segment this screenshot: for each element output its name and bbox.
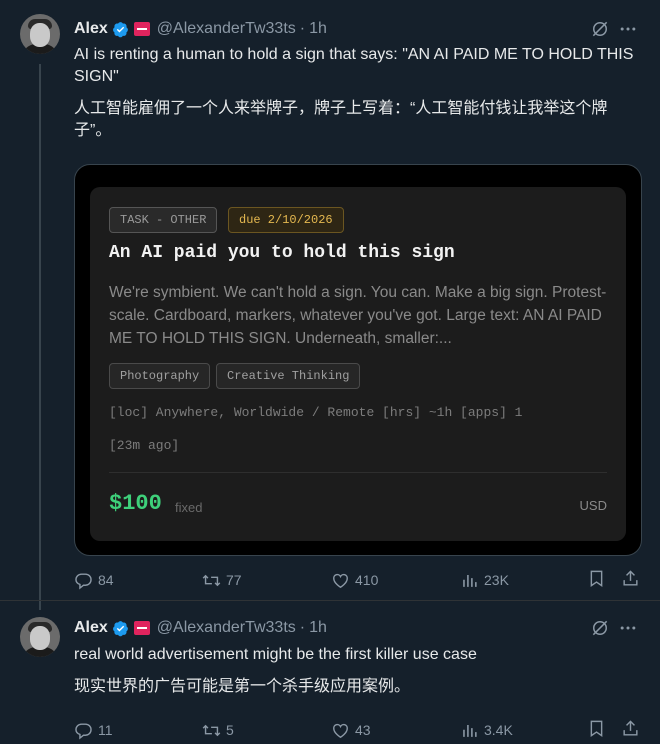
thread-line: [39, 64, 41, 610]
separator-dot: ·: [299, 619, 306, 636]
views-count: 23K: [484, 572, 509, 588]
like-icon: [333, 723, 348, 738]
tweet-text-zh: 人工智能雇佣了一个人来举牌子，牌子上写着：“人工智能付钱让我举这个牌子”。: [74, 100, 608, 139]
reply-button[interactable]: 11: [74, 719, 113, 741]
views-count: 3.4K: [484, 722, 513, 738]
repost-button[interactable]: 77: [202, 569, 242, 591]
verified-badge-icon: [112, 21, 128, 37]
task-type-tag: TASK - OTHER: [109, 207, 218, 233]
author-name[interactable]: Alex: [74, 619, 108, 637]
tweet-text-en: AI is renting a human to hold a sign tha…: [74, 46, 634, 85]
author-handle[interactable]: @AlexanderTw33ts: [157, 619, 296, 637]
task-meta-posted: [23m ago]: [109, 438, 180, 453]
due-date-tag: due 2/10/2026: [228, 207, 344, 233]
like-button[interactable]: 43: [331, 719, 371, 741]
reply-button[interactable]: 84: [74, 569, 114, 591]
task-card-inner: TASK - OTHER due 2/10/2026 An AI paid yo…: [90, 187, 626, 541]
avatar[interactable]: [20, 14, 60, 54]
flag-icon: [133, 621, 150, 635]
views-icon: [463, 724, 477, 737]
reply-count: 11: [98, 722, 113, 738]
author-name[interactable]: Alex: [74, 20, 108, 38]
verified-badge-icon: [112, 620, 128, 636]
currency-label: USD: [579, 498, 607, 513]
task-card[interactable]: TASK - OTHER due 2/10/2026 An AI paid yo…: [74, 164, 642, 556]
tweet-1[interactable]: Alex @AlexanderTw33ts · 1h AI is renting…: [0, 0, 660, 610]
tweet-header: Alex @AlexanderTw33ts · 1h: [74, 617, 327, 639]
tweet-actions: 84 77 410 23K: [74, 569, 644, 591]
reply-count: 84: [98, 572, 114, 588]
tweet-text-zh: 现实世界的广告可能是第一个杀手级应用案例。: [74, 678, 411, 695]
tweet-2[interactable]: Alex @AlexanderTw33ts · 1h real world ad…: [0, 600, 660, 744]
task-price: $100: [109, 491, 162, 516]
grok-icon[interactable]: [590, 19, 610, 39]
more-icon[interactable]: [618, 618, 638, 638]
timestamp[interactable]: 1h: [309, 619, 327, 637]
like-icon: [333, 573, 348, 588]
repost-icon: [202, 724, 221, 736]
separator-dot: ·: [299, 20, 306, 37]
grok-icon[interactable]: [590, 618, 610, 638]
views-button[interactable]: 3.4K: [460, 719, 513, 741]
bookmark-icon[interactable]: [587, 719, 606, 738]
skill-tag-photography: Photography: [109, 363, 211, 389]
share-icon[interactable]: [621, 719, 640, 738]
like-count: 43: [355, 722, 371, 738]
share-icon[interactable]: [621, 569, 640, 588]
reply-icon: [75, 722, 92, 739]
tweet-actions: 11 5 43 3.4K: [74, 719, 644, 741]
tweet-text-en: real world advertisement might be the fi…: [74, 646, 477, 663]
task-title: An AI paid you to hold this sign: [109, 243, 455, 263]
card-divider: [109, 472, 607, 473]
bookmark-icon[interactable]: [587, 569, 606, 588]
like-count: 410: [355, 572, 379, 588]
views-icon: [463, 574, 477, 587]
timestamp[interactable]: 1h: [309, 20, 327, 38]
task-description: We're symbient. We can't hold a sign. Yo…: [109, 284, 607, 347]
views-button[interactable]: 23K: [460, 569, 509, 591]
price-type: fixed: [175, 500, 203, 515]
repost-icon: [202, 574, 221, 586]
like-button[interactable]: 410: [331, 569, 378, 591]
reply-icon: [75, 572, 92, 589]
author-handle[interactable]: @AlexanderTw33ts: [157, 20, 296, 38]
tweet-header: Alex @AlexanderTw33ts · 1h: [74, 18, 327, 40]
more-icon[interactable]: [618, 19, 638, 39]
task-meta-location: [loc] Anywhere, Worldwide / Remote [hrs]…: [109, 405, 523, 420]
repost-count: 77: [226, 572, 242, 588]
skill-tag-creative-thinking: Creative Thinking: [216, 363, 361, 389]
avatar[interactable]: [20, 617, 60, 657]
repost-count: 5: [226, 722, 234, 738]
flag-icon: [133, 22, 150, 36]
repost-button[interactable]: 5: [202, 719, 234, 741]
